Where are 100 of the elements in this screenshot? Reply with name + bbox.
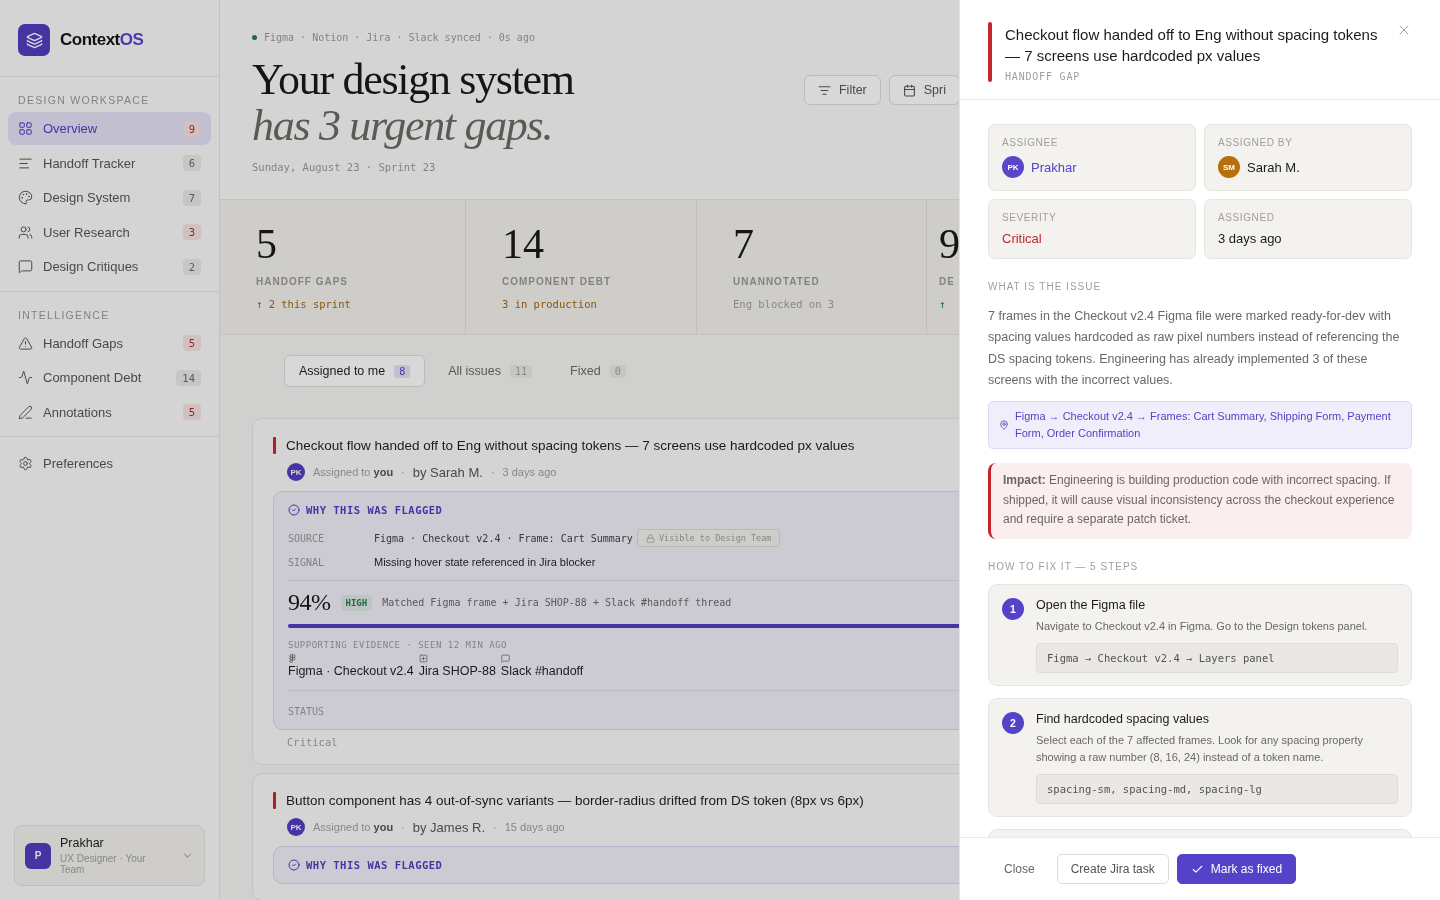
nav-item[interactable]: Overview 9 [8, 112, 211, 145]
stat-label: DE [939, 276, 956, 287]
stat-note: 3 in production [502, 298, 598, 310]
status-dot [252, 35, 257, 40]
stat-value: 7 [733, 222, 755, 266]
stat-label: HANDOFF GAPS [256, 276, 349, 287]
nav-icon [18, 190, 33, 205]
issue-title: Button component has 4 out-of-sync variants — border-radius drifted from DS token (8px vs 6px) [286, 793, 864, 808]
severity-bar [273, 437, 276, 454]
check-circle-icon [288, 859, 300, 871]
step-title: Find hardcoded spacing values [1036, 711, 1211, 726]
evidence-heading: SUPPORTING EVIDENCE · SEEN 12 MIN AGO [288, 640, 508, 650]
tab-count: 8 [394, 364, 411, 378]
user-name: Prakhar [60, 836, 105, 850]
signal-value: Missing hover state referenced in Jira blocker [374, 556, 597, 568]
separator-dot: · [401, 821, 405, 833]
settings-icon [18, 456, 33, 471]
jira-task-button[interactable]: Create Jira task [1056, 854, 1169, 884]
stat-note: ↑ [939, 298, 947, 310]
field-label: ASSIGNEE [1002, 137, 1059, 148]
nav-item[interactable]: Component Debt 14 [8, 361, 211, 394]
nav-icon [18, 335, 33, 351]
count-badge: 9 [182, 120, 201, 137]
field-label: ASSIGNED BY [1218, 137, 1294, 148]
nav-item[interactable]: Design Critiques 2 [8, 250, 211, 283]
evidence-link[interactable]: Jira SHOP-88 [418, 664, 496, 678]
logo-icon [18, 24, 50, 56]
field-value: 3 days ago [1218, 231, 1283, 246]
mark-fixed-button[interactable]: Mark as fixed [1176, 854, 1297, 884]
nav-item[interactable]: Annotations 5 [8, 395, 211, 429]
count-badge: 5 [182, 335, 201, 351]
assignee-avatar: PK [287, 463, 305, 481]
count-badge: 6 [182, 155, 201, 171]
evidence-link[interactable]: Figma · Checkout v2.4 [288, 664, 414, 678]
code-snippet: spacing-sm, spacing-md, spacing-lg [1036, 773, 1398, 804]
step-number: 1 [1002, 597, 1024, 620]
confidence-value: 94% [288, 589, 331, 616]
tab-count: 0 [609, 364, 626, 378]
count-badge: 3 [182, 224, 201, 240]
sprint-button[interactable]: Spri [888, 75, 960, 105]
sync-status: Figma · Notion · Jira · Slack synced · 0s ago [264, 32, 535, 43]
assigned-text: Assigned to you [313, 821, 394, 833]
issue-card[interactable] [252, 418, 960, 765]
stat-value: 5 [256, 222, 278, 266]
nav-icon [18, 404, 33, 420]
step-text: Navigate to Checkout v2.4 in Figma. Go to the Design tokens panel. [1036, 618, 1369, 634]
filter-tab[interactable]: Fixed 0 [555, 355, 641, 387]
person-avatar: PK [1002, 156, 1024, 178]
pin-icon [999, 420, 1009, 431]
calendar-icon [902, 83, 916, 97]
close-button[interactable]: Close [990, 854, 1049, 884]
issue-card[interactable]: Button component has 4 out-of-sync variants — border-radius drifted from DS token (8px vs 6px) PK Assigned to you · by James R. · 15 days ago WHY THIS WAS FLAGGED [252, 773, 960, 900]
count-badge: 7 [182, 189, 201, 206]
brand-name: ContextOS [60, 30, 144, 50]
separator-dot: · [490, 466, 495, 478]
code-snippet: Figma → Checkout v2.4 → Layers panel [1036, 642, 1398, 673]
user-avatar: P [25, 842, 51, 869]
stat-label: UNANNOTATED [733, 276, 821, 287]
severity-bar [273, 792, 276, 809]
nav-item[interactable]: User Research 3 [8, 215, 211, 249]
filter-button[interactable]: Filter [804, 75, 881, 105]
filter-tab[interactable]: Assigned to me 8 [284, 355, 426, 387]
issue-age: 3 days ago [502, 466, 557, 478]
stat-label: COMPONENT DEBT [502, 276, 612, 287]
stat-note: Eng blocked on 3 [733, 298, 836, 310]
nav-icon [18, 259, 33, 274]
author-text: by James R. [412, 819, 486, 835]
separator-dot: · [493, 821, 497, 833]
user-card[interactable]: P Prakhar UX Designer · Your Team [14, 825, 205, 886]
page-subtitle: has 3 urgent gaps. [252, 103, 553, 149]
nav-item[interactable]: Handoff Gaps 5 [8, 326, 211, 360]
evidence-link[interactable]: Slack #handoff [500, 664, 584, 678]
square-plus-icon [418, 654, 428, 663]
check-circle-icon [288, 504, 300, 516]
count-badge: 5 [182, 404, 201, 420]
flag-heading: WHY THIS WAS FLAGGED [306, 859, 443, 871]
nav-item[interactable]: Design System 7 [8, 181, 211, 214]
path-link[interactable]: Figma → Checkout v2.4 → Frames: Cart Summary, Shipping Form, Payment Form, Order Confirmation [988, 401, 1412, 450]
section-heading: WHAT IS THE ISSUE [988, 281, 1103, 292]
field-label: SIGNAL [288, 556, 326, 568]
field-label: SEVERITY [1002, 212, 1058, 223]
chat-icon [500, 654, 510, 663]
field-label: STATUS [288, 706, 326, 717]
nav-item[interactable]: Preferences [8, 447, 211, 480]
lock-icon [645, 533, 655, 543]
nav-icon [18, 224, 33, 240]
nav-icon [18, 370, 33, 385]
nav-item[interactable]: Handoff Tracker 6 [8, 146, 211, 180]
person-name: Sarah M. [1247, 159, 1300, 175]
match-text: Matched Figma frame + Jira SHOP-88 + Slack #handoff thread [382, 597, 732, 608]
date-line: Sunday, August 23 · Sprint 23 [252, 161, 437, 173]
nav-icon [18, 121, 33, 136]
person-avatar: SM [1218, 156, 1240, 178]
filter-tab[interactable]: All issues 11 [433, 355, 548, 387]
source-value: Figma · Checkout v2.4 · Frame: Cart Summary [374, 532, 633, 544]
assigned-text: Assigned to you [313, 466, 394, 478]
count-badge: 14 [176, 369, 201, 386]
visibility-tag: Visible to Design Team [636, 529, 781, 547]
impact-note: Impact: Engineering is building production code with incorrect spacing. If shipped, it will cause visual inconsistency across the checkout experience and require a separate patch ticket. [988, 463, 1412, 539]
issue-title: Checkout flow handed off to Eng without spacing tokens — 7 screens use hardcoded px values [286, 438, 855, 453]
